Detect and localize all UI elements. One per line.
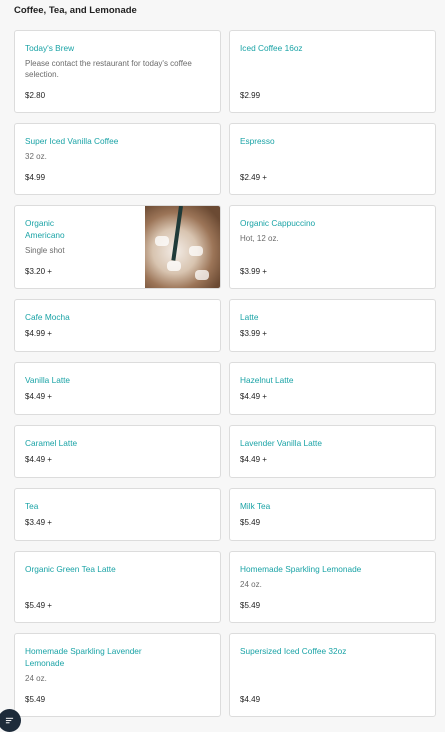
item-name: Today's Brew bbox=[25, 43, 75, 53]
section-title: Coffee, Tea, and Lemonade bbox=[14, 5, 137, 16]
item-name: Espresso bbox=[240, 136, 275, 146]
menu-item-cafe-mocha[interactable]: Cafe Mocha $4.99 + bbox=[14, 299, 221, 352]
item-name: Organic Cappuccino bbox=[240, 218, 316, 228]
item-price: $3.99 + bbox=[240, 329, 267, 338]
item-price: $4.99 bbox=[25, 173, 46, 182]
menu-item-organic-green-tea-latte[interactable]: Organic Green Tea Latte $5.49 + bbox=[14, 551, 221, 623]
item-price: $5.49 bbox=[240, 601, 261, 610]
item-name: Tea bbox=[25, 501, 39, 511]
filter-icon bbox=[5, 717, 14, 724]
menu-item-iced-coffee-16oz[interactable]: Iced Coffee 16oz $2.99 bbox=[229, 30, 436, 113]
item-price: $2.80 bbox=[25, 91, 46, 100]
item-price: $4.49 + bbox=[25, 392, 52, 401]
item-price: $3.20 + bbox=[25, 267, 52, 276]
menu-item-lavender-vanilla-latte[interactable]: Lavender Vanilla Latte $4.49 + bbox=[229, 425, 436, 478]
menu-item-organic-americano[interactable]: Organic Americano Single shot $3.20 + bbox=[14, 205, 221, 289]
item-description: Single shot bbox=[25, 246, 65, 255]
item-price: $5.49 bbox=[240, 518, 261, 527]
item-price: $4.99 + bbox=[25, 329, 52, 338]
item-price: $4.49 + bbox=[25, 455, 52, 464]
menu-item-super-iced-vanilla-coffee[interactable]: Super Iced Vanilla Coffee 32 oz. $4.99 bbox=[14, 123, 221, 195]
item-name: Vanilla Latte bbox=[25, 375, 71, 385]
menu-item-milk-tea[interactable]: Milk Tea $5.49 bbox=[229, 488, 436, 541]
item-description: Hot, 12 oz. bbox=[240, 234, 279, 243]
item-description: Please contact the restaurant for today'… bbox=[25, 59, 192, 79]
menu-item-homemade-sparkling-lemonade[interactable]: Homemade Sparkling Lemonade 24 oz. $5.49 bbox=[229, 551, 436, 623]
item-price: $2.99 bbox=[240, 91, 261, 100]
item-name: Lavender Vanilla Latte bbox=[240, 438, 322, 448]
menu-item-vanilla-latte[interactable]: Vanilla Latte $4.49 + bbox=[14, 362, 221, 415]
item-name: Homemade Sparkling Lemonade bbox=[240, 564, 362, 574]
item-price: $4.49 bbox=[240, 695, 261, 704]
item-name: Super Iced Vanilla Coffee bbox=[25, 136, 119, 146]
item-photo bbox=[145, 206, 220, 288]
menu-item-espresso[interactable]: Espresso $2.49 + bbox=[229, 123, 436, 195]
item-description: 24 oz. bbox=[240, 580, 262, 589]
menu-item-tea[interactable]: Tea $3.49 + bbox=[14, 488, 221, 541]
item-price: $3.99 + bbox=[240, 267, 267, 276]
item-price: $4.49 + bbox=[240, 392, 267, 401]
item-description: 32 oz. bbox=[25, 152, 47, 161]
menu-item-homemade-sparkling-lavender-lemonade[interactable]: Homemade Sparkling Lavender Lemonade 24 … bbox=[14, 633, 221, 717]
item-price: $3.49 + bbox=[25, 518, 52, 527]
item-name: Supersized Iced Coffee 32oz bbox=[240, 646, 347, 656]
item-name: Caramel Latte bbox=[25, 438, 78, 448]
item-name: Homemade Sparkling Lavender Lemonade bbox=[25, 646, 142, 668]
item-name: Organic Green Tea Latte bbox=[25, 564, 116, 574]
menu-item-hazelnut-latte[interactable]: Hazelnut Latte $4.49 + bbox=[229, 362, 436, 415]
item-name: Iced Coffee 16oz bbox=[240, 43, 303, 53]
item-price: $2.49 + bbox=[240, 173, 267, 182]
item-price: $5.49 bbox=[25, 695, 46, 704]
item-name: Milk Tea bbox=[240, 501, 271, 511]
menu-item-supersized-iced-coffee-32oz[interactable]: Supersized Iced Coffee 32oz $4.49 bbox=[229, 633, 436, 717]
menu-item-caramel-latte[interactable]: Caramel Latte $4.49 + bbox=[14, 425, 221, 478]
item-name: Latte bbox=[240, 312, 259, 322]
item-price: $5.49 + bbox=[25, 601, 52, 610]
item-name: Organic Americano bbox=[25, 218, 65, 240]
item-name: Hazelnut Latte bbox=[240, 375, 294, 385]
filter-button[interactable] bbox=[0, 709, 21, 732]
item-price: $4.49 + bbox=[240, 455, 267, 464]
item-name: Cafe Mocha bbox=[25, 312, 70, 322]
menu-item-todays-brew[interactable]: Today's Brew Please contact the restaura… bbox=[14, 30, 221, 113]
menu-item-organic-cappuccino[interactable]: Organic Cappuccino Hot, 12 oz. $3.99 + bbox=[229, 205, 436, 289]
item-description: 24 oz. bbox=[25, 674, 47, 683]
menu-item-latte[interactable]: Latte $3.99 + bbox=[229, 299, 436, 352]
